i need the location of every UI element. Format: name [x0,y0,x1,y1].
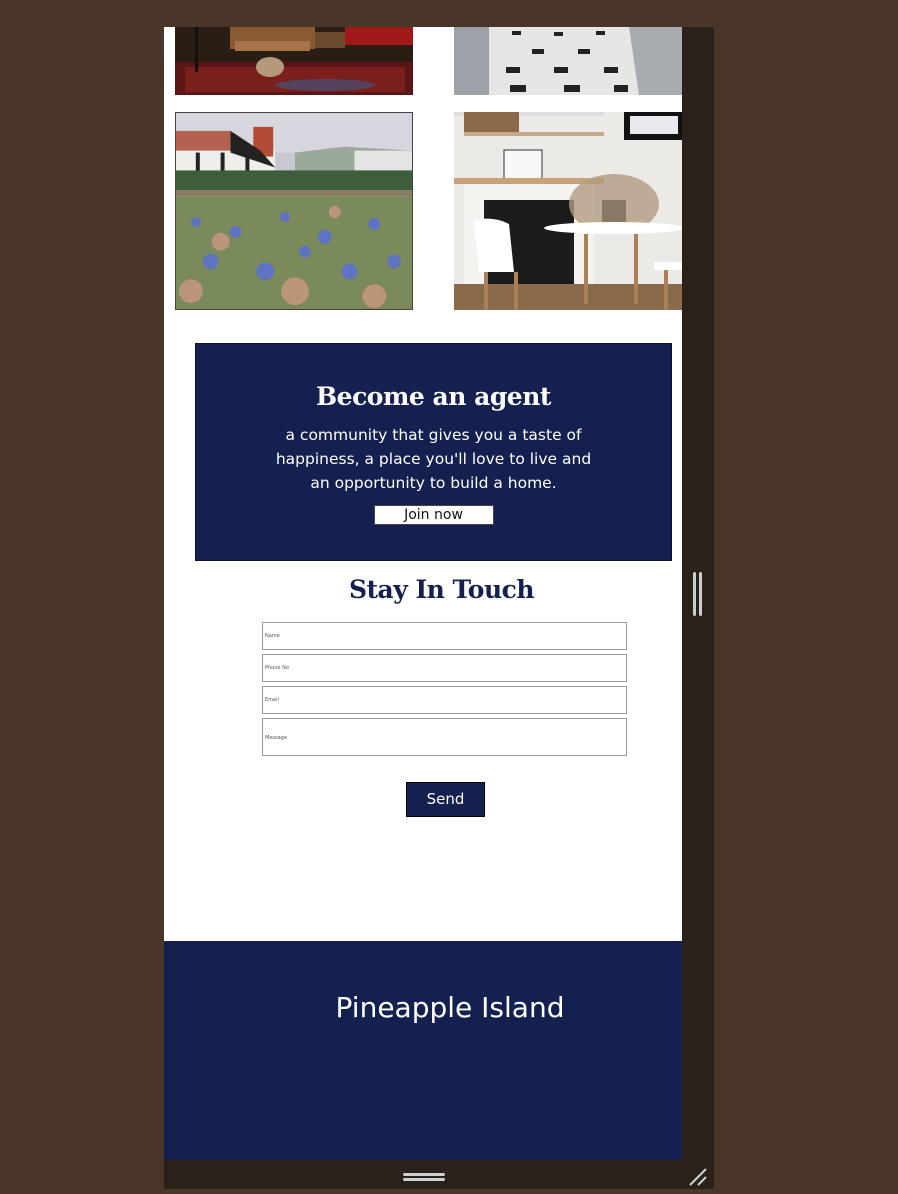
contact-title: Stay In Touch [348,575,535,604]
gallery-image-cottage [175,112,413,310]
phone-field[interactable]: Phone No [262,654,627,682]
join-now-button[interactable]: Join now [373,505,494,525]
agent-title: Become an agent [316,382,551,411]
phone-field-placeholder: Phone No [265,665,289,671]
send-button[interactable]: Send [406,782,485,817]
agent-description: a community that gives you a taste of ha… [275,426,592,492]
gallery-image-living-room [175,27,413,95]
agent-promo-banner: Become an agent a community that gives y… [195,343,672,561]
footer: Pineapple Island [164,941,682,1160]
message-field[interactable]: Message [262,718,627,756]
footer-brand: Pineapple Island [335,991,565,1024]
name-field-placeholder: Name [265,633,280,639]
email-field-placeholder: Email [265,697,279,703]
drag-handle-horizontal-icon[interactable] [403,1172,445,1182]
name-field[interactable]: Name [262,622,627,650]
message-field-placeholder: Message [265,735,287,741]
web-page: Become an agent a community that gives y… [164,27,682,1160]
gallery-image-dining-room [454,112,682,310]
gallery-image-hallway [454,27,682,95]
email-field[interactable]: Email [262,686,627,714]
resize-grip-icon[interactable] [687,1166,709,1188]
drag-handle-vertical-icon[interactable] [691,572,705,616]
